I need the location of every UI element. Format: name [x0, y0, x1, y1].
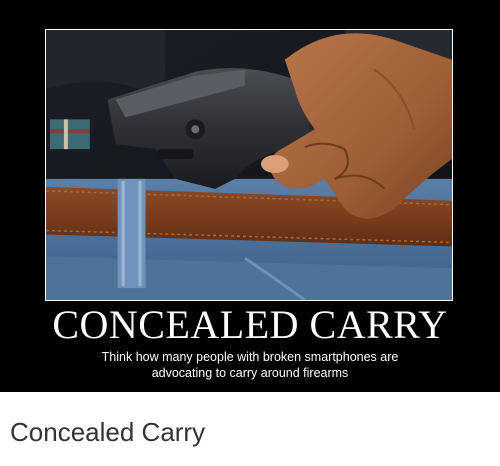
page-caption: Concealed Carry: [10, 417, 206, 447]
hand-pistol-photo-icon: [46, 30, 452, 300]
poster: CONCEALED CARRY Think how many people wi…: [0, 0, 500, 392]
poster-caption: Think how many people with broken smartp…: [101, 350, 399, 380]
poster-photo: [45, 29, 453, 301]
poster-title: CONCEALED CARRY: [52, 302, 448, 347]
